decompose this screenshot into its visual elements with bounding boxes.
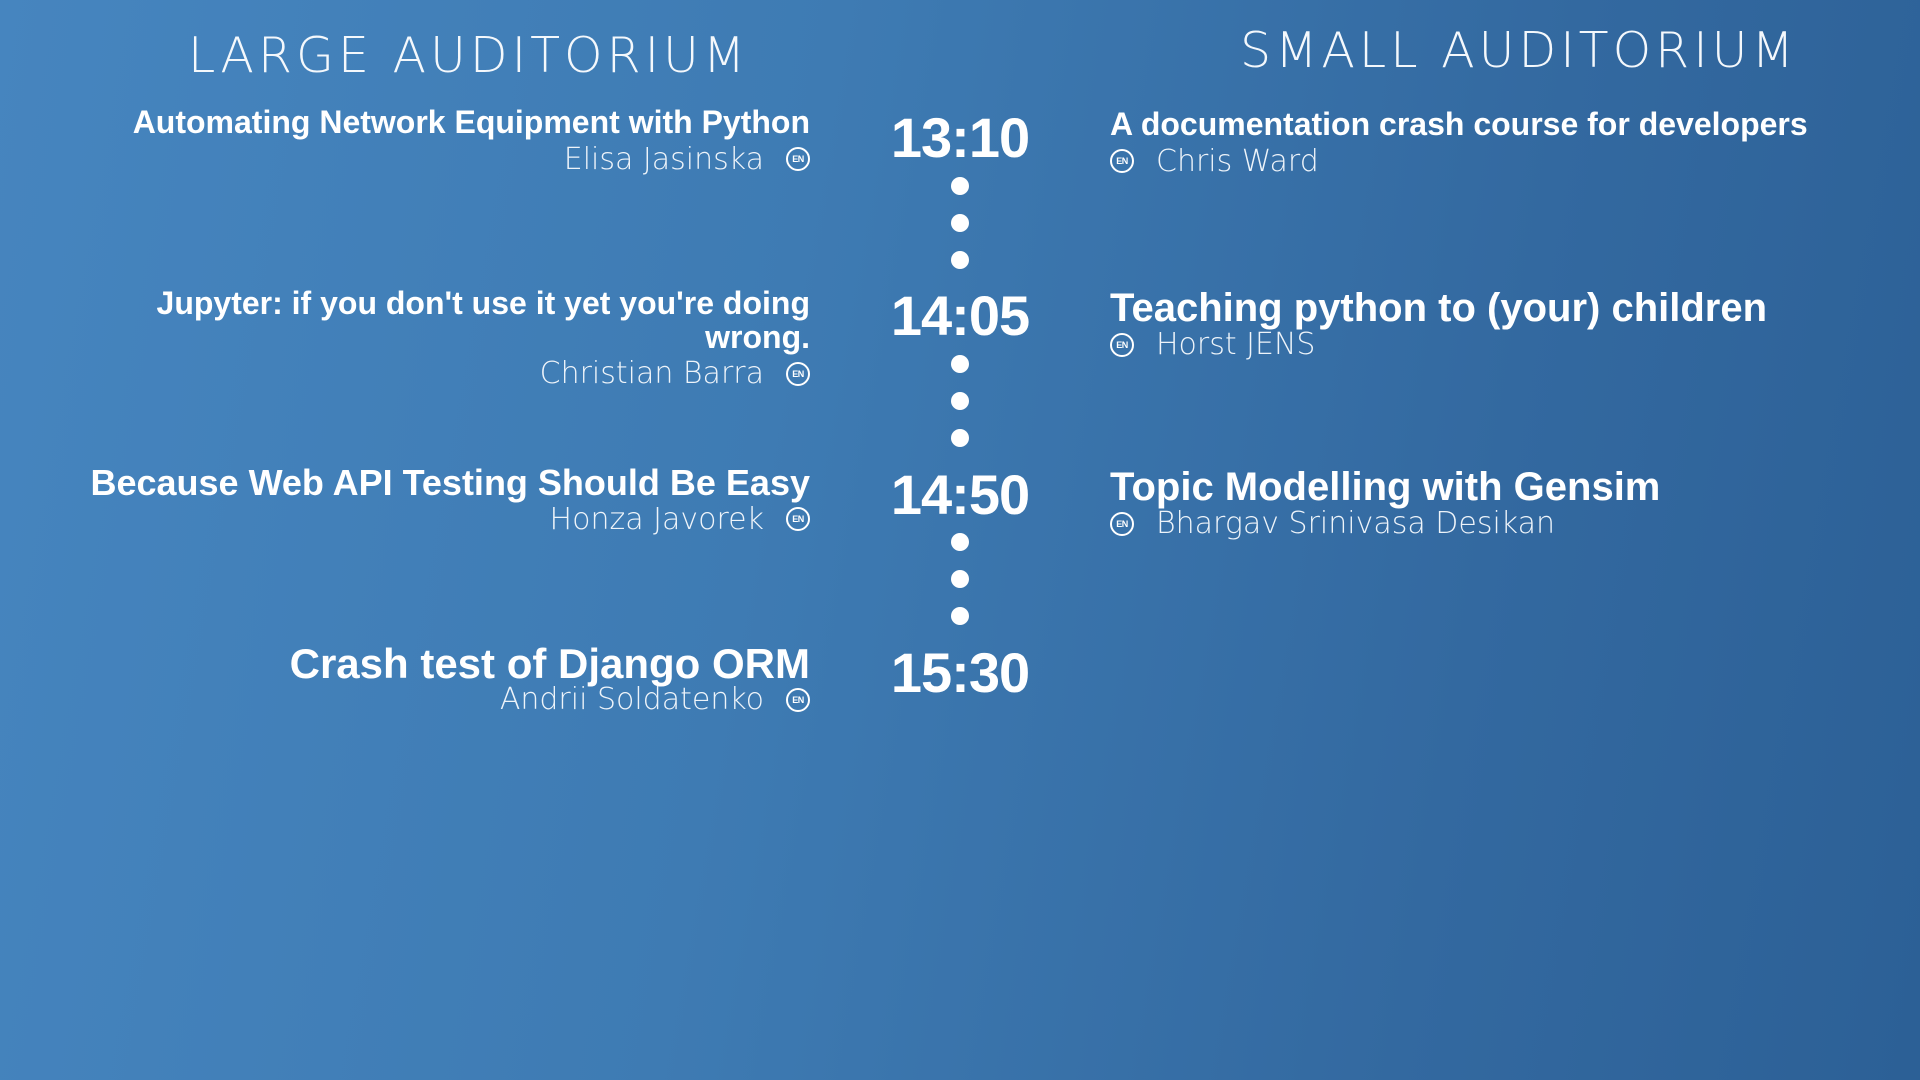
talk-title: Crash test of Django ORM (289, 640, 810, 687)
talk-title: Automating Network Equipment with Python (132, 104, 810, 140)
time-slot-1: 13:10 (890, 106, 1030, 169)
timeline-dot (951, 570, 969, 588)
large-talk-4: Crash test of Django ORM Andrii Soldaten… (50, 640, 810, 717)
talk-meta: Christian Barra EN (50, 356, 810, 391)
time-slot-3: 14:50 (890, 463, 1030, 526)
timeline-dots (951, 533, 969, 644)
speaker-name: Christian Barra (539, 356, 764, 392)
large-talk-1: Automating Network Equipment with Python… (50, 104, 810, 177)
small-talk-3: Topic Modelling with Gensim EN Bhargav S… (1110, 466, 1890, 541)
language-badge-icon: EN (786, 147, 810, 172)
talk-meta: Andrii Soldatenko EN (50, 682, 810, 717)
talk-meta: EN Chris Ward (1110, 144, 1890, 179)
language-badge-icon: EN (1110, 332, 1134, 357)
timeline-dot (951, 214, 969, 232)
talk-title: Jupyter: if you don't use it yet you're … (50, 285, 810, 355)
speaker-name: Horst JENS (1156, 327, 1316, 362)
timeline-dot (951, 392, 969, 410)
timeline-dots (951, 177, 969, 288)
talk-title: Topic Modelling with Gensim (1110, 465, 1661, 509)
talk-meta: EN Bhargav Srinivasa Desikan (1110, 506, 1890, 541)
large-auditorium-heading: LARGE AUDITORIUM (188, 27, 750, 84)
talk-meta: Elisa Jasinska EN (50, 142, 810, 177)
small-talk-1: A documentation crash course for develop… (1110, 106, 1890, 179)
timeline-dot (951, 355, 969, 373)
timeline-dot (951, 533, 969, 551)
language-badge-icon: EN (1110, 511, 1134, 536)
small-talk-2: Teaching python to (your) children EN Ho… (1110, 287, 1890, 362)
time-slot-4: 15:30 (890, 641, 1030, 704)
timeline-dot (951, 177, 969, 195)
speaker-name: Chris Ward (1156, 143, 1319, 179)
talk-title: Because Web API Testing Should Be Easy (90, 462, 810, 503)
speaker-name: Andrii Soldatenko (499, 682, 764, 718)
large-talk-2: Jupyter: if you don't use it yet you're … (50, 285, 810, 391)
talk-meta: Honza Javorek EN (50, 502, 810, 537)
talk-title: A documentation crash course for develop… (1110, 106, 1808, 142)
speaker-name: Honza Javorek (549, 501, 764, 537)
talk-title: Teaching python to (your) children (1110, 286, 1768, 330)
timeline-dot (951, 607, 969, 625)
large-talk-3: Because Web API Testing Should Be Easy H… (50, 464, 810, 537)
language-badge-icon: EN (1110, 149, 1134, 174)
speaker-name: Elisa Jasinska (563, 141, 764, 177)
timeline-dot (951, 251, 969, 269)
talk-title-line-2: wrong. (705, 318, 810, 355)
speaker-name: Bhargav Srinivasa Desikan (1156, 506, 1556, 541)
talk-meta: EN Horst JENS (1110, 327, 1890, 362)
small-auditorium-heading: SMALL AUDITORIUM (1240, 22, 1798, 79)
language-badge-icon: EN (786, 687, 810, 712)
language-badge-icon: EN (786, 507, 810, 532)
talk-title-line-1: Jupyter: if you don't use it yet you're … (156, 285, 810, 321)
timeline-dot (951, 429, 969, 447)
time-slot-2: 14:05 (890, 284, 1030, 347)
language-badge-icon: EN (786, 361, 810, 386)
timeline-dots (951, 355, 969, 466)
